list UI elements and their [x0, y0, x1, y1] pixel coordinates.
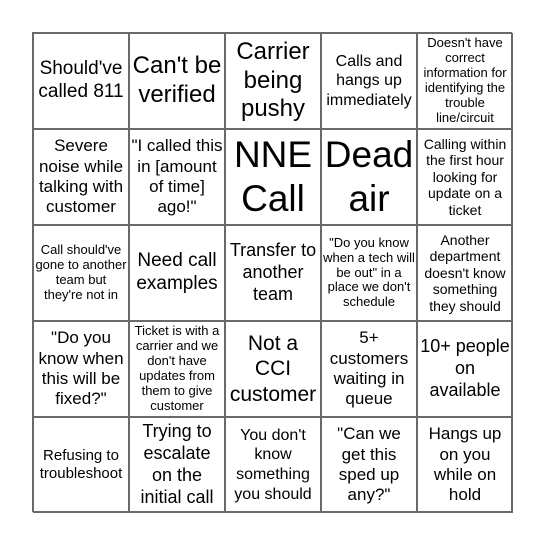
- bingo-cell[interactable]: Call should've gone to another team but …: [33, 225, 129, 321]
- bingo-cell[interactable]: Hangs up on you while on hold: [417, 417, 513, 513]
- bingo-cell[interactable]: Dead air: [321, 129, 417, 225]
- cell-text: 5+ customers waiting in queue: [329, 328, 409, 409]
- cell-text: Transfer to another team: [229, 240, 317, 304]
- bingo-cell[interactable]: "Do you know when a tech will be out" in…: [321, 225, 417, 321]
- bingo-cell[interactable]: Carrier being pushy: [225, 33, 321, 129]
- bingo-cell[interactable]: 10+ people on available: [417, 321, 513, 417]
- cell-text: Need call examples: [136, 250, 218, 294]
- bingo-cell[interactable]: Can't be verified: [129, 33, 225, 129]
- cell-text: Another department doesn't know somethin…: [424, 231, 506, 314]
- cell-text: Not a CCI customer: [229, 332, 317, 406]
- cell-text: "I called this in [amount of time] ago!": [131, 136, 223, 217]
- cell-text: Ticket is with a carrier and we don't ha…: [134, 323, 220, 413]
- bingo-center-cell[interactable]: NNE Call: [225, 129, 321, 225]
- cell-text: You don't know something you should: [234, 426, 312, 503]
- cell-text: "Can we get this sped up any?": [337, 424, 401, 505]
- cell-text: Carrier being pushy: [236, 37, 310, 123]
- bingo-cell[interactable]: Transfer to another team: [225, 225, 321, 321]
- bingo-cell[interactable]: Another department doesn't know somethin…: [417, 225, 513, 321]
- cell-text: Calls and hangs up immediately: [326, 52, 412, 109]
- cell-text: Call should've gone to another team but …: [35, 242, 127, 302]
- bingo-cell[interactable]: Should've called 811: [33, 33, 129, 129]
- cell-text: "Do you know when this will be fixed?": [38, 328, 124, 409]
- bingo-cell[interactable]: Refusing to troubleshoot: [33, 417, 129, 513]
- bingo-cell[interactable]: Doesn't have correct information for ide…: [417, 33, 513, 129]
- bingo-cell[interactable]: Ticket is with a carrier and we don't ha…: [129, 321, 225, 417]
- cell-text: Refusing to troubleshoot: [39, 447, 123, 482]
- cell-text: Doesn't have correct information for ide…: [423, 35, 507, 125]
- bingo-cell[interactable]: 5+ customers waiting in queue: [321, 321, 417, 417]
- bingo-cell[interactable]: "Do you know when this will be fixed?": [33, 321, 129, 417]
- bingo-cell[interactable]: Severe noise while talking with customer: [33, 129, 129, 225]
- cell-text: Can't be verified: [132, 52, 222, 108]
- cell-text: Should've called 811: [38, 58, 124, 102]
- bingo-cell[interactable]: Calls and hangs up immediately: [321, 33, 417, 129]
- cell-text: "Do you know when a tech will be out" in…: [323, 234, 415, 310]
- bingo-cell[interactable]: Trying to escalate on the initial call: [129, 417, 225, 513]
- cell-text: Trying to escalate on the initial call: [140, 421, 214, 507]
- cell-text: Hangs up on you while on hold: [428, 424, 502, 505]
- cell-text: Dead air: [324, 133, 414, 219]
- cell-text: NNE Call: [233, 133, 313, 219]
- bingo-board: Should've called 811 Can't be verified C…: [32, 32, 513, 513]
- bingo-cell[interactable]: Need call examples: [129, 225, 225, 321]
- cell-text: Calling within the first hour looking fo…: [423, 135, 507, 218]
- bingo-cell[interactable]: Calling within the first hour looking fo…: [417, 129, 513, 225]
- cell-text: Severe noise while talking with customer: [38, 136, 124, 217]
- bingo-cell[interactable]: You don't know something you should: [225, 417, 321, 513]
- cell-text: 10+ people on available: [420, 336, 510, 400]
- bingo-cell[interactable]: "Can we get this sped up any?": [321, 417, 417, 513]
- bingo-cell[interactable]: "I called this in [amount of time] ago!": [129, 129, 225, 225]
- bingo-cell[interactable]: Not a CCI customer: [225, 321, 321, 417]
